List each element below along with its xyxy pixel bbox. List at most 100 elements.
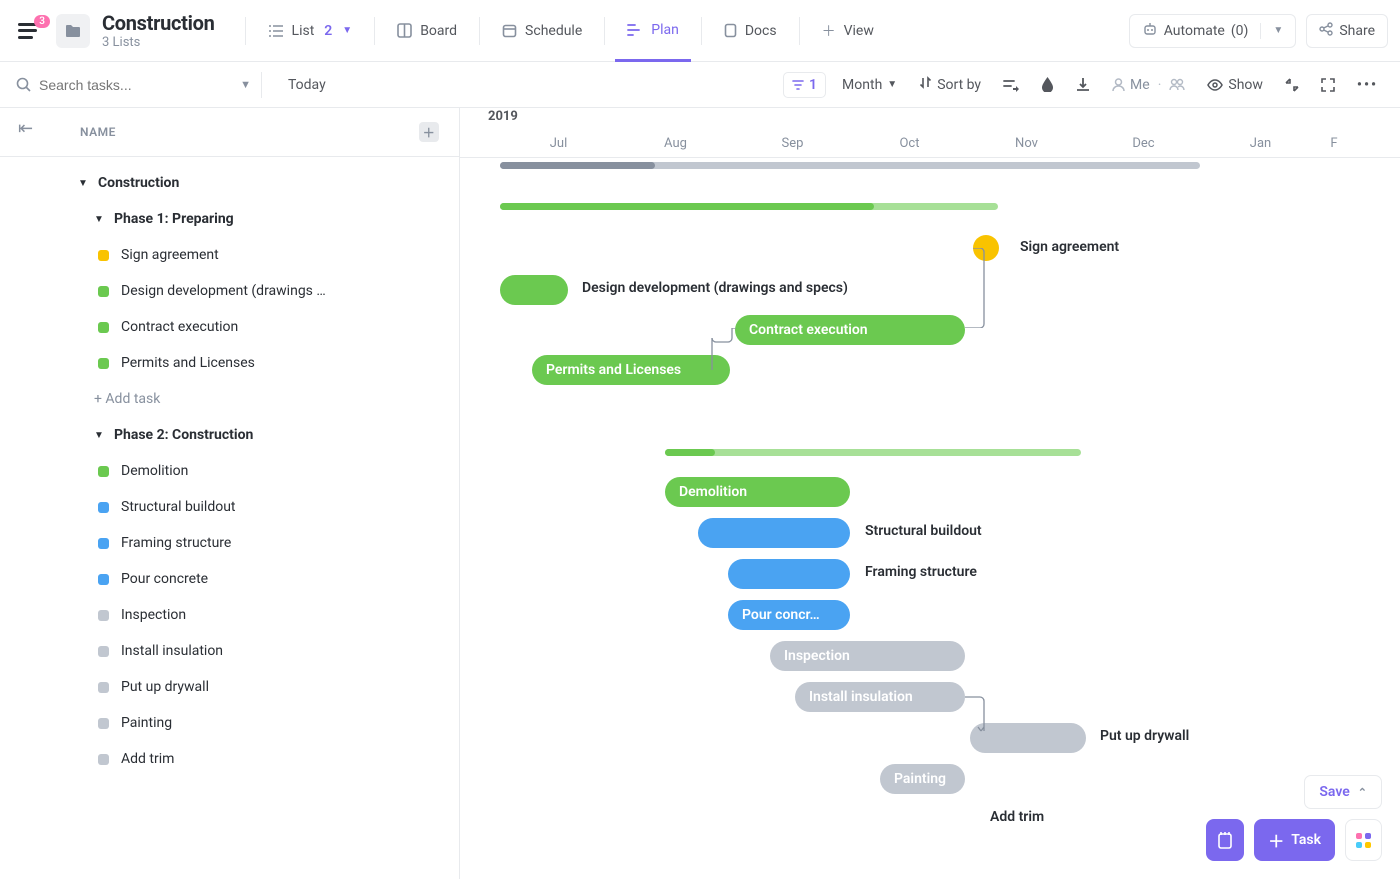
- view-board[interactable]: Board: [385, 0, 469, 62]
- task-inspection[interactable]: Inspection: [0, 597, 459, 633]
- search-input[interactable]: [39, 77, 232, 93]
- task-framing[interactable]: Framing structure: [0, 525, 459, 561]
- task-painting[interactable]: Painting: [0, 705, 459, 741]
- notification-badge: 3: [34, 15, 50, 28]
- task-demolition[interactable]: Demolition: [0, 453, 459, 489]
- toolbar: ▼ Today 1 Month ▼ Sort by Me · Show: [0, 62, 1400, 108]
- timeline-header: 2019 Jul Aug Sep Oct Nov Dec Jan F: [460, 108, 1400, 158]
- menu-button[interactable]: 3: [12, 17, 46, 45]
- label-drywall: Put up drywall: [1100, 728, 1189, 744]
- view-docs[interactable]: Docs: [712, 0, 789, 62]
- task-pour[interactable]: Pour concrete: [0, 561, 459, 597]
- save-label: Save: [1319, 784, 1349, 800]
- dependency-line: [960, 248, 990, 328]
- bar-design-dev[interactable]: [500, 275, 568, 305]
- task-design-dev[interactable]: Design development (drawings …: [0, 273, 459, 309]
- filter-button[interactable]: 1: [783, 72, 826, 98]
- summary-phase2[interactable]: [665, 449, 1081, 456]
- view-schedule-label: Schedule: [525, 23, 582, 39]
- collapse-icon: [1285, 78, 1299, 92]
- export-button[interactable]: [1070, 73, 1096, 96]
- add-column-button[interactable]: ＋: [419, 122, 439, 142]
- show-label: Show: [1228, 77, 1263, 93]
- bar-framing[interactable]: [728, 559, 850, 589]
- today-button[interactable]: Today: [272, 77, 326, 93]
- me-filter[interactable]: Me ·: [1106, 73, 1191, 97]
- eye-icon: [1207, 79, 1223, 91]
- show-button[interactable]: Show: [1201, 73, 1269, 97]
- folder-icon-button[interactable]: [56, 14, 90, 48]
- chevron-down-icon[interactable]: ▼: [240, 78, 251, 91]
- view-list-label: List: [292, 23, 315, 39]
- bar-insulation[interactable]: Install insulation: [795, 682, 965, 712]
- month-sep: Sep: [734, 136, 851, 151]
- view-list[interactable]: List 2 ▼: [256, 0, 365, 62]
- summary-phase1[interactable]: [500, 203, 998, 210]
- task-addtrim[interactable]: Add trim: [0, 741, 459, 777]
- task-sign-agreement[interactable]: Sign agreement: [0, 237, 459, 273]
- task-structural[interactable]: Structural buildout: [0, 489, 459, 525]
- task-insulation[interactable]: Install insulation: [0, 633, 459, 669]
- view-plan[interactable]: Plan: [615, 0, 691, 62]
- search-wrap[interactable]: ▼: [16, 77, 251, 93]
- collapse-button[interactable]: [1279, 74, 1305, 96]
- notepad-button[interactable]: [1206, 819, 1244, 861]
- add-task-phase1[interactable]: + Add task: [0, 381, 459, 417]
- column-header-name: NAME ＋: [0, 108, 459, 157]
- automate-button[interactable]: Automate (0) ▼: [1129, 14, 1297, 48]
- tree-phase-2[interactable]: ▼Phase 2: Construction: [0, 417, 459, 453]
- bar-pour[interactable]: Pour concr…: [728, 600, 850, 630]
- more-button[interactable]: •••: [1351, 73, 1384, 97]
- task-permits[interactable]: Permits and Licenses: [0, 345, 459, 381]
- month-aug: Aug: [617, 136, 734, 151]
- add-view[interactable]: ＋ View: [810, 0, 886, 62]
- dependency-line: [710, 328, 740, 373]
- bar-structural[interactable]: [698, 518, 850, 548]
- label-sign-agreement: Sign agreement: [1020, 239, 1119, 255]
- chevron-down-icon: ▼: [1273, 25, 1283, 36]
- plus-icon: ＋: [822, 21, 836, 41]
- fullscreen-button[interactable]: [1315, 74, 1341, 96]
- reschedule-icon-button[interactable]: [997, 74, 1025, 96]
- task-drywall[interactable]: Put up drywall: [0, 669, 459, 705]
- save-view-button[interactable]: Save ⌃: [1304, 775, 1382, 809]
- label-structural: Structural buildout: [865, 523, 982, 539]
- task-contract[interactable]: Contract execution: [0, 309, 459, 345]
- bar-demolition[interactable]: Demolition: [665, 477, 850, 507]
- droplet-icon: [1041, 77, 1054, 92]
- month-feb: F: [1319, 136, 1349, 151]
- label-design-dev: Design development (drawings and specs): [582, 280, 848, 296]
- bar-contract[interactable]: Contract execution: [735, 315, 965, 345]
- tree-group-construction[interactable]: ▼Construction: [0, 165, 459, 201]
- bar-painting[interactable]: Painting: [880, 764, 965, 794]
- share-label: Share: [1339, 23, 1375, 39]
- apps-button[interactable]: [1345, 819, 1382, 861]
- task-sidebar: ⇤ NAME ＋ ▼Construction ▼Phase 1: Prepari…: [0, 108, 460, 879]
- docs-icon: [724, 23, 737, 38]
- sort-button[interactable]: Sort by: [913, 72, 987, 97]
- share-icon: [1319, 22, 1333, 40]
- color-icon-button[interactable]: [1035, 73, 1060, 96]
- label-addtrim: Add trim: [990, 809, 1044, 825]
- people-icon: [1169, 78, 1185, 92]
- view-schedule[interactable]: Schedule: [490, 0, 594, 62]
- bar-inspection[interactable]: Inspection: [770, 641, 965, 671]
- month-nov: Nov: [968, 136, 1085, 151]
- gantt-icon: [627, 23, 643, 37]
- timescale-select[interactable]: Month ▼: [836, 73, 903, 97]
- page-title: Construction: [102, 11, 215, 35]
- share-button[interactable]: Share: [1306, 14, 1388, 48]
- robot-icon: [1142, 22, 1158, 40]
- ellipsis-icon: •••: [1357, 77, 1378, 93]
- tree-phase-1[interactable]: ▼Phase 1: Preparing: [0, 201, 459, 237]
- summary-construction[interactable]: [500, 162, 1200, 169]
- me-label: Me: [1130, 77, 1150, 93]
- gantt-chart[interactable]: 2019 Jul Aug Sep Oct Nov Dec Jan F Sign …: [460, 108, 1400, 879]
- new-task-button[interactable]: ＋ Task: [1254, 819, 1335, 861]
- board-icon: [397, 23, 412, 38]
- page-subtitle: 3 Lists: [102, 35, 215, 50]
- expand-icon: [1321, 78, 1335, 92]
- bar-permits[interactable]: Permits and Licenses: [532, 355, 730, 385]
- folder-icon: [65, 24, 81, 38]
- timescale-label: Month: [842, 77, 882, 93]
